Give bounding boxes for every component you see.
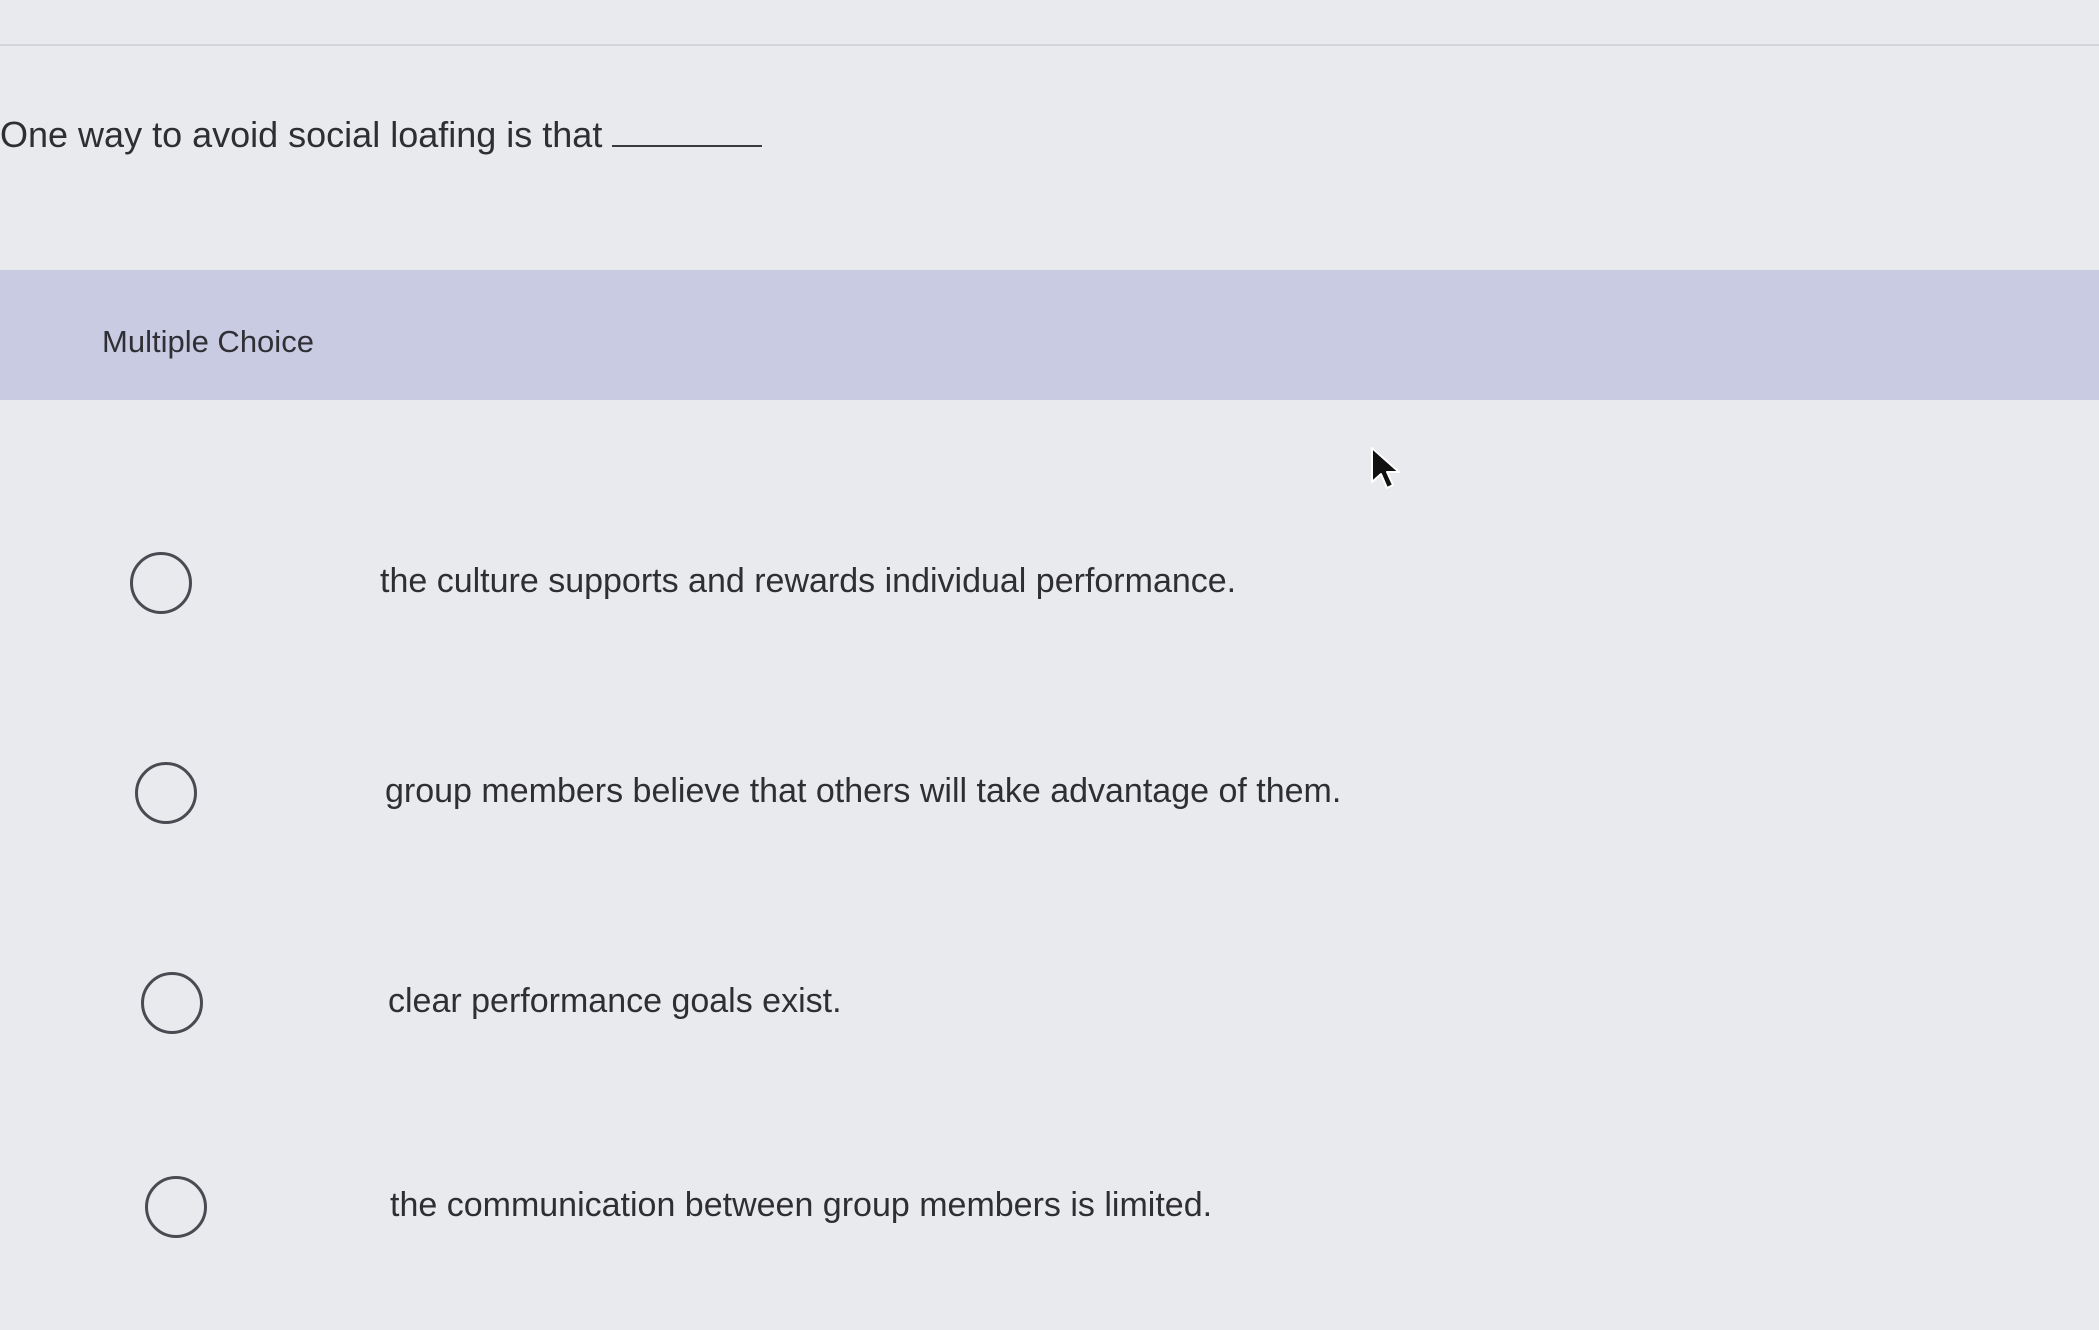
answer-option-1[interactable]: the culture supports and rewards individ…	[0, 528, 2099, 638]
multiple-choice-header	[0, 270, 2099, 400]
radio-unchecked-icon[interactable]	[135, 762, 197, 824]
answer-option-3[interactable]: clear performance goals exist.	[0, 948, 2099, 1058]
radio-unchecked-icon[interactable]	[141, 972, 203, 1034]
answer-option-4[interactable]: the communication between group members …	[0, 1152, 2099, 1262]
answer-blank	[612, 145, 763, 147]
mouse-pointer-icon	[1371, 447, 1400, 489]
answer-option-label[interactable]: group members believe that others will t…	[385, 766, 1341, 816]
multiple-choice-label: Multiple Choice	[102, 324, 314, 359]
answer-option-2[interactable]: group members believe that others will t…	[0, 738, 2099, 848]
answer-option-label[interactable]: the communication between group members …	[390, 1180, 1212, 1230]
question-prompt: One way to avoid social loafing is that	[0, 110, 763, 160]
answer-option-label[interactable]: clear performance goals exist.	[388, 976, 842, 1026]
top-divider	[0, 44, 2099, 46]
radio-unchecked-icon[interactable]	[145, 1176, 207, 1238]
answer-option-label[interactable]: the culture supports and rewards individ…	[380, 556, 1236, 606]
radio-unchecked-icon[interactable]	[130, 552, 192, 614]
question-text: One way to avoid social loafing is that	[0, 114, 603, 155]
